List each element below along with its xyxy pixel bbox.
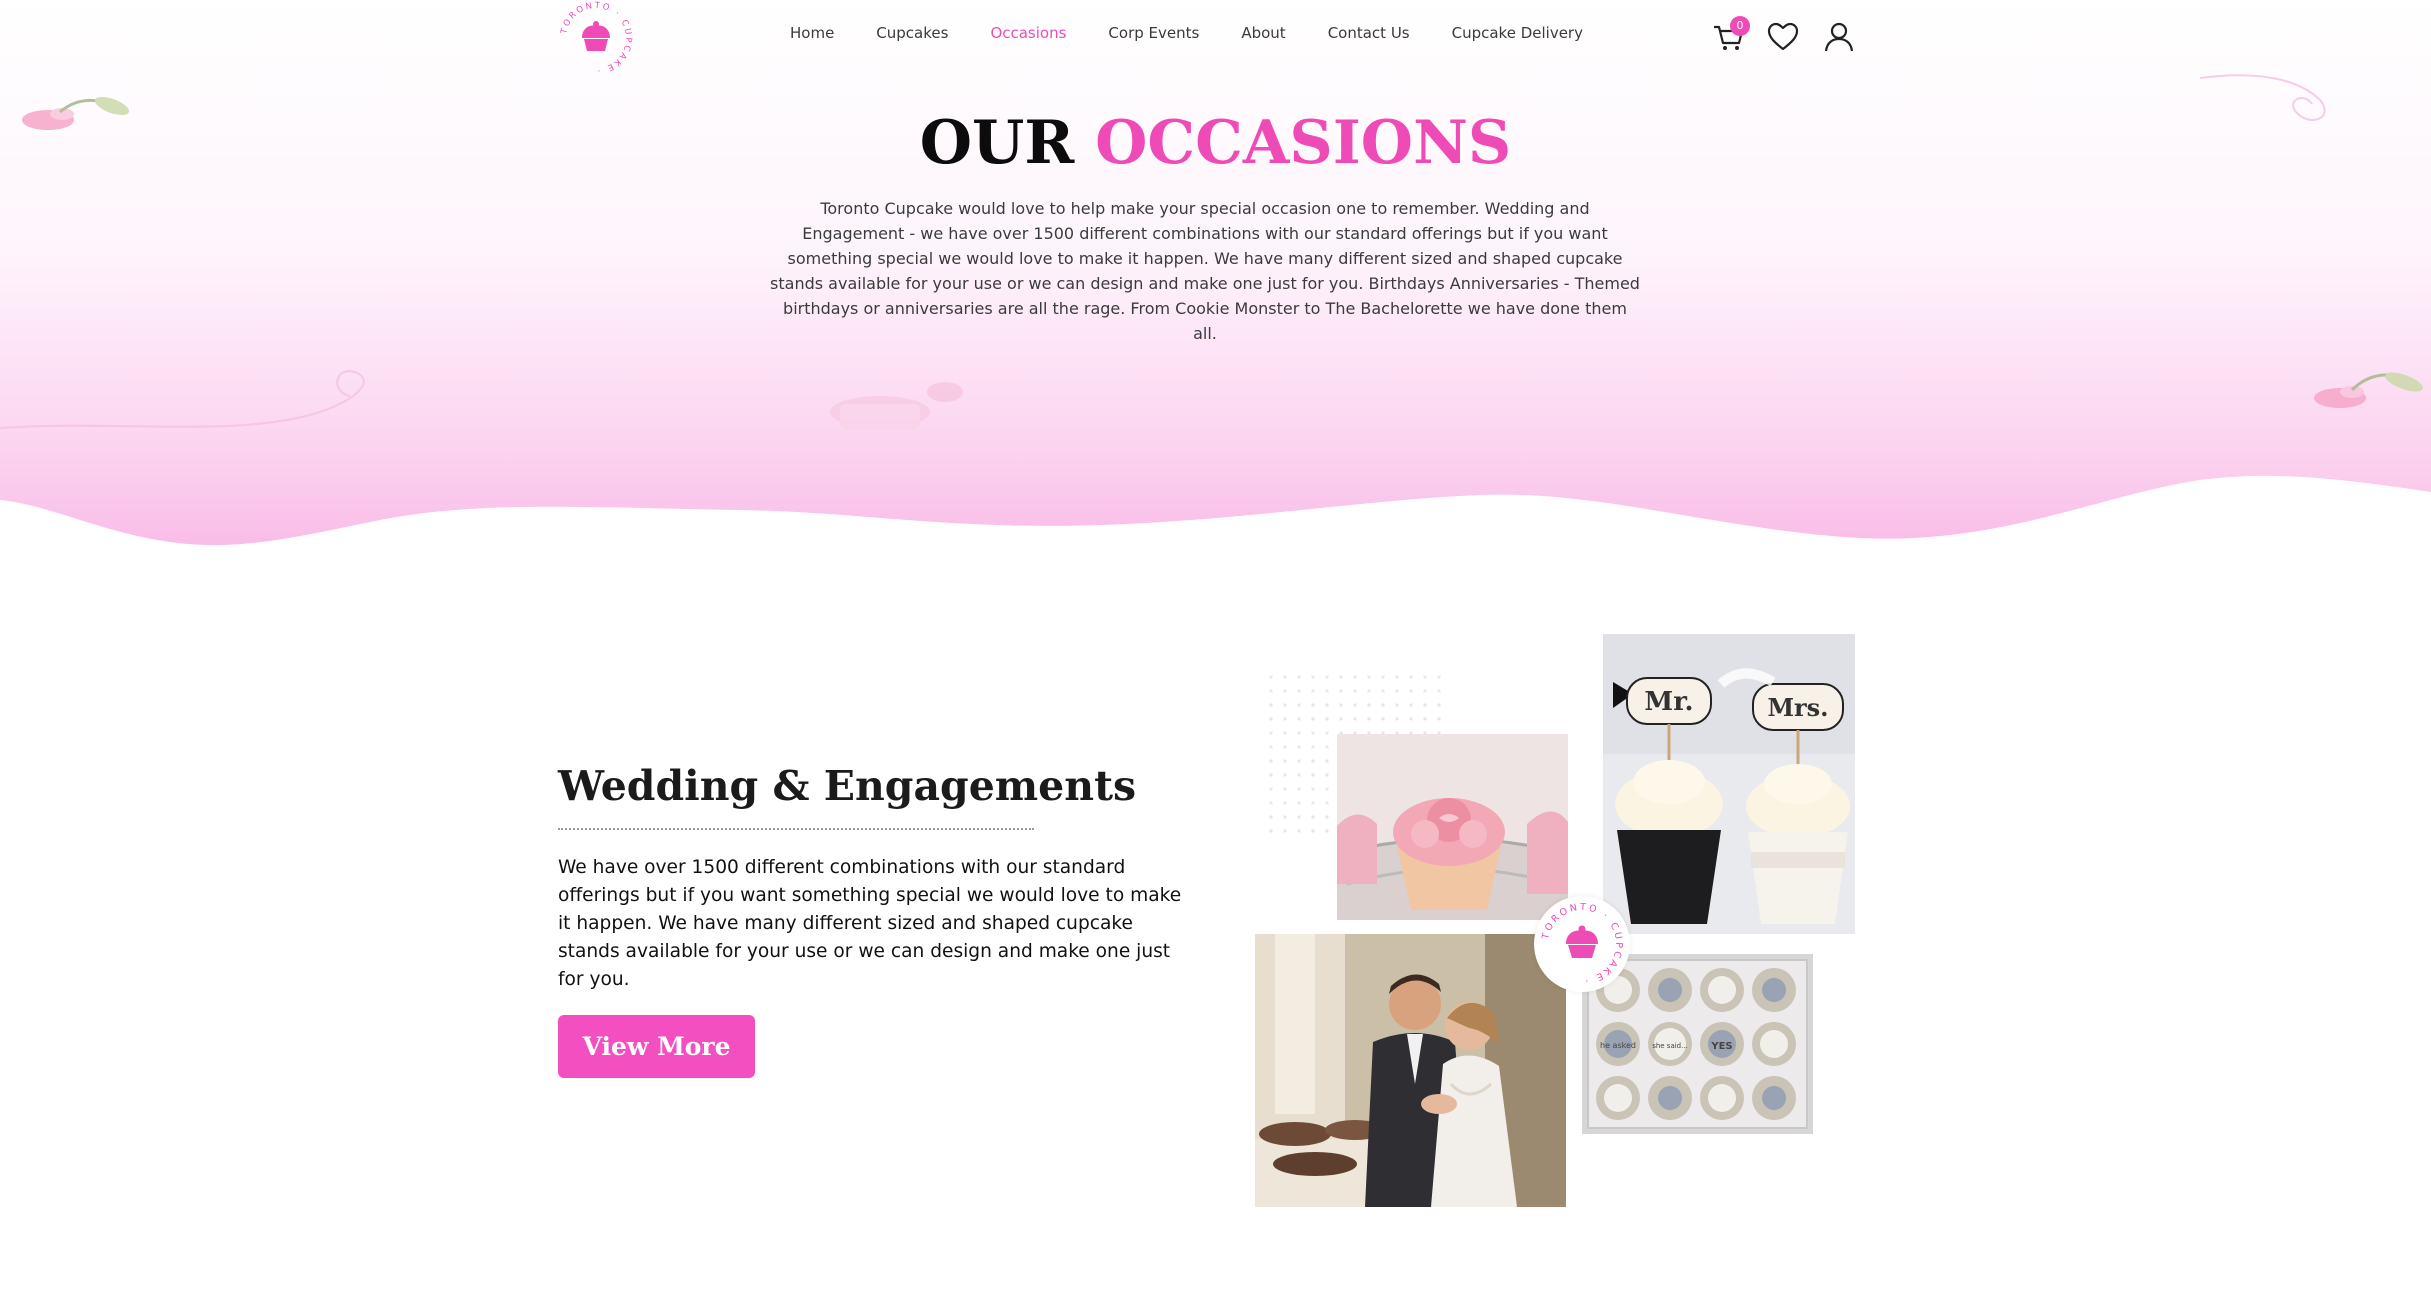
cookie-text-she-said: she said... — [1652, 1042, 1688, 1050]
photo-mr-mrs-cupcakes: Mr. Mrs. — [1603, 634, 1855, 934]
user-icon — [1824, 22, 1854, 52]
cart-count-badge: 0 — [1730, 16, 1750, 36]
account-button[interactable] — [1820, 18, 1858, 56]
nav-item-cupcake-delivery[interactable]: Cupcake Delivery — [1452, 24, 1583, 42]
nav-item-about[interactable]: About — [1241, 24, 1285, 42]
main-nav: Home Cupcakes Occasions Corp Events Abou… — [790, 24, 1583, 42]
nav-item-corp-events[interactable]: Corp Events — [1108, 24, 1199, 42]
cookie-text-he-asked: he asked — [1600, 1041, 1636, 1050]
section-body: We have over 1500 different combinations… — [558, 857, 1182, 990]
nav-item-cupcakes[interactable]: Cupcakes — [876, 24, 948, 42]
page-title: OUR OCCASIONS — [0, 108, 2431, 178]
topper-mr-text: Mr. — [1644, 687, 1693, 717]
wishlist-button[interactable] — [1764, 18, 1802, 56]
collage-logo-badge: TORONTO · CUPCAKE · — [1534, 896, 1630, 992]
page-title-dark: OUR — [919, 108, 1075, 178]
page-title-accent: OCCASIONS — [1095, 108, 1512, 178]
cookie-text-yes: YES — [1710, 1041, 1732, 1052]
heart-icon — [1767, 22, 1799, 51]
photo-rose-cupcakes — [1337, 734, 1568, 920]
view-more-button[interactable]: View More — [558, 1015, 755, 1078]
nav-item-occasions[interactable]: Occasions — [990, 24, 1066, 42]
brand-logo[interactable]: TORONTO · CUPCAKE · — [558, 0, 634, 76]
hero-description: Toronto Cupcake would love to help make … — [770, 199, 1640, 343]
topper-mrs-text: Mrs. — [1767, 693, 1828, 722]
cart-button[interactable]: 0 — [1710, 16, 1750, 56]
section-title: Wedding & Engagements — [558, 762, 1137, 810]
nav-item-contact-us[interactable]: Contact Us — [1328, 24, 1410, 42]
section-title-divider — [558, 828, 1034, 830]
site-header: TORONTO · CUPCAKE · Home Cupcakes Occasi… — [0, 0, 2431, 76]
nav-item-home[interactable]: Home — [790, 24, 834, 42]
photo-wedding-couple — [1255, 934, 1566, 1207]
